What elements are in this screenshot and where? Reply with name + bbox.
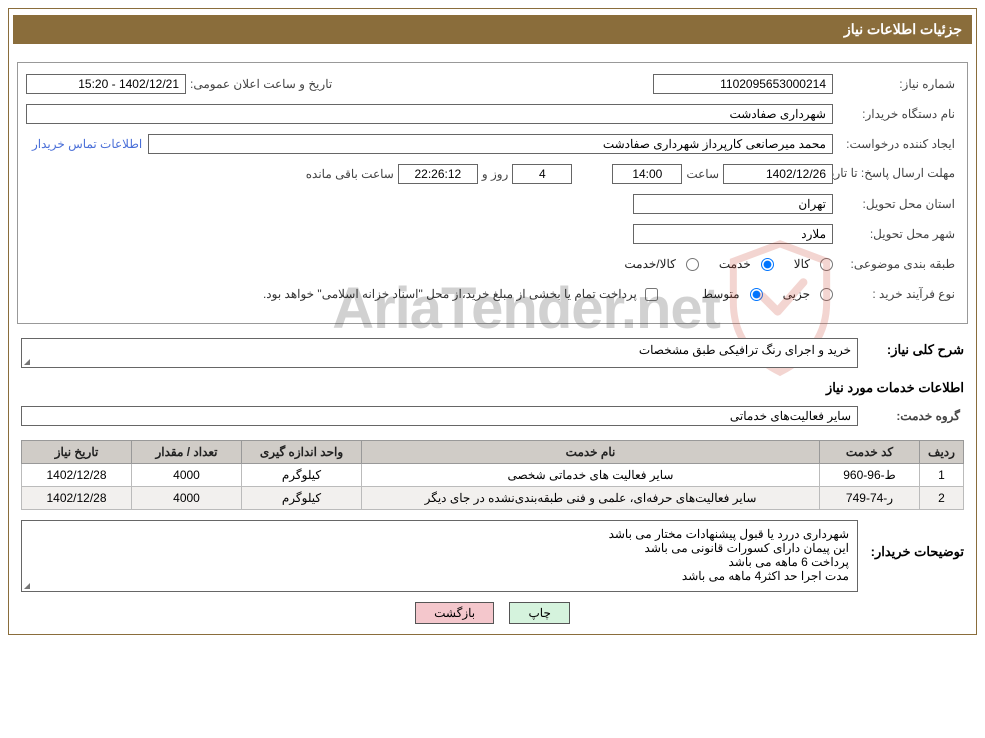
radio-goods-label: کالا	[780, 257, 810, 271]
buyer-contact-link[interactable]: اطلاعات تماس خریدار	[26, 137, 148, 151]
deadline-date: 1402/12/26	[723, 164, 833, 184]
col-row: ردیف	[920, 441, 964, 464]
table-row: 1ط-96-960سایر فعالیت های خدماتی شخصیکیلو…	[22, 464, 964, 487]
city-label: شهر محل تحویل:	[833, 227, 959, 241]
cell-unit: کیلوگرم	[242, 464, 362, 487]
cell-n: 2	[920, 487, 964, 510]
buyer-notes-textarea[interactable]: شهرداری دررد یا قبول پیشنهادات مختار می …	[21, 520, 858, 592]
service-group-label: گروه خدمت:	[858, 409, 964, 423]
buyer-org-value: شهرداری صفادشت	[26, 104, 833, 124]
purchase-type-radio-group: جزیی متوسط	[688, 287, 833, 301]
treasury-checkbox[interactable]	[645, 288, 658, 301]
radio-both-label: کالا/خدمت	[610, 257, 675, 271]
purchase-type-label: نوع فرآیند خرید :	[833, 287, 959, 301]
buyer-notes-label: توضیحات خریدار:	[858, 520, 964, 560]
radio-minor-label: جزیی	[769, 287, 810, 301]
radio-service[interactable]	[761, 258, 774, 271]
city-value: ملارد	[633, 224, 833, 244]
need-no-value: 1102095653000214	[653, 74, 833, 94]
deadline-time: 14:00	[612, 164, 682, 184]
buyer-org-label: نام دستگاه خریدار:	[833, 107, 959, 121]
button-row: چاپ بازگشت	[13, 602, 972, 624]
cell-n: 1	[920, 464, 964, 487]
col-code: کد خدمت	[820, 441, 920, 464]
col-name: نام خدمت	[362, 441, 820, 464]
need-no-label: شماره نیاز:	[833, 77, 959, 91]
announce-value: 1402/12/21 - 15:20	[26, 74, 186, 94]
details-panel: شماره نیاز: 1102095653000214 تاریخ و ساع…	[17, 62, 968, 324]
radio-minor[interactable]	[820, 288, 833, 301]
requester-value: محمد میرصانعی کارپرداز شهرداری صفادشت	[148, 134, 833, 154]
deadline-label: مهلت ارسال پاسخ: تا تاریخ:	[833, 166, 959, 182]
desc-label: شرح کلی نیاز:	[858, 338, 964, 358]
cell-qty: 4000	[132, 487, 242, 510]
services-table: ردیف کد خدمت نام خدمت واحد اندازه گیری ت…	[21, 440, 964, 510]
payment-note: پرداخت تمام یا بخشی از مبلغ خرید،از محل …	[263, 287, 645, 301]
cell-date: 1402/12/28	[22, 487, 132, 510]
cell-date: 1402/12/28	[22, 464, 132, 487]
page-frame: جزئیات اطلاعات نیاز شماره نیاز: 11020956…	[8, 8, 977, 635]
col-unit: واحد اندازه گیری	[242, 441, 362, 464]
back-button[interactable]: بازگشت	[415, 602, 494, 624]
days-label: روز و	[478, 167, 513, 181]
desc-textarea[interactable]: خرید و اجرای رنگ ترافیکی طبق مشخصات	[21, 338, 858, 368]
cell-name: سایر فعالیت‌های حرفه‌ای، علمی و فنی طبقه…	[362, 487, 820, 510]
services-header: اطلاعات خدمات مورد نیاز	[21, 380, 964, 396]
table-row: 2ر-74-749سایر فعالیت‌های حرفه‌ای، علمی و…	[22, 487, 964, 510]
col-date: تاریخ نیاز	[22, 441, 132, 464]
radio-goods[interactable]	[820, 258, 833, 271]
cell-code: ر-74-749	[820, 487, 920, 510]
countdown-value: 22:26:12	[398, 164, 478, 184]
category-label: طبقه بندی موضوعی:	[833, 257, 959, 271]
radio-medium-label: متوسط	[688, 287, 740, 301]
province-label: استان محل تحویل:	[833, 197, 959, 211]
page-title: جزئیات اطلاعات نیاز	[13, 15, 972, 44]
province-value: تهران	[633, 194, 833, 214]
radio-both[interactable]	[686, 258, 699, 271]
cell-name: سایر فعالیت های خدماتی شخصی	[362, 464, 820, 487]
time-label: ساعت	[682, 167, 723, 181]
service-group-value: سایر فعالیت‌های خدماتی	[21, 406, 858, 426]
radio-service-label: خدمت	[705, 257, 751, 271]
announce-label: تاریخ و ساعت اعلان عمومی:	[186, 77, 336, 91]
radio-medium[interactable]	[750, 288, 763, 301]
category-radio-group: کالا خدمت کالا/خدمت	[610, 257, 833, 271]
days-remaining: 4	[512, 164, 572, 184]
cell-unit: کیلوگرم	[242, 487, 362, 510]
cell-qty: 4000	[132, 464, 242, 487]
remaining-label: ساعت باقی مانده	[302, 167, 398, 181]
requester-label: ایجاد کننده درخواست:	[833, 137, 959, 151]
cell-code: ط-96-960	[820, 464, 920, 487]
col-qty: تعداد / مقدار	[132, 441, 242, 464]
print-button[interactable]: چاپ	[509, 602, 569, 624]
